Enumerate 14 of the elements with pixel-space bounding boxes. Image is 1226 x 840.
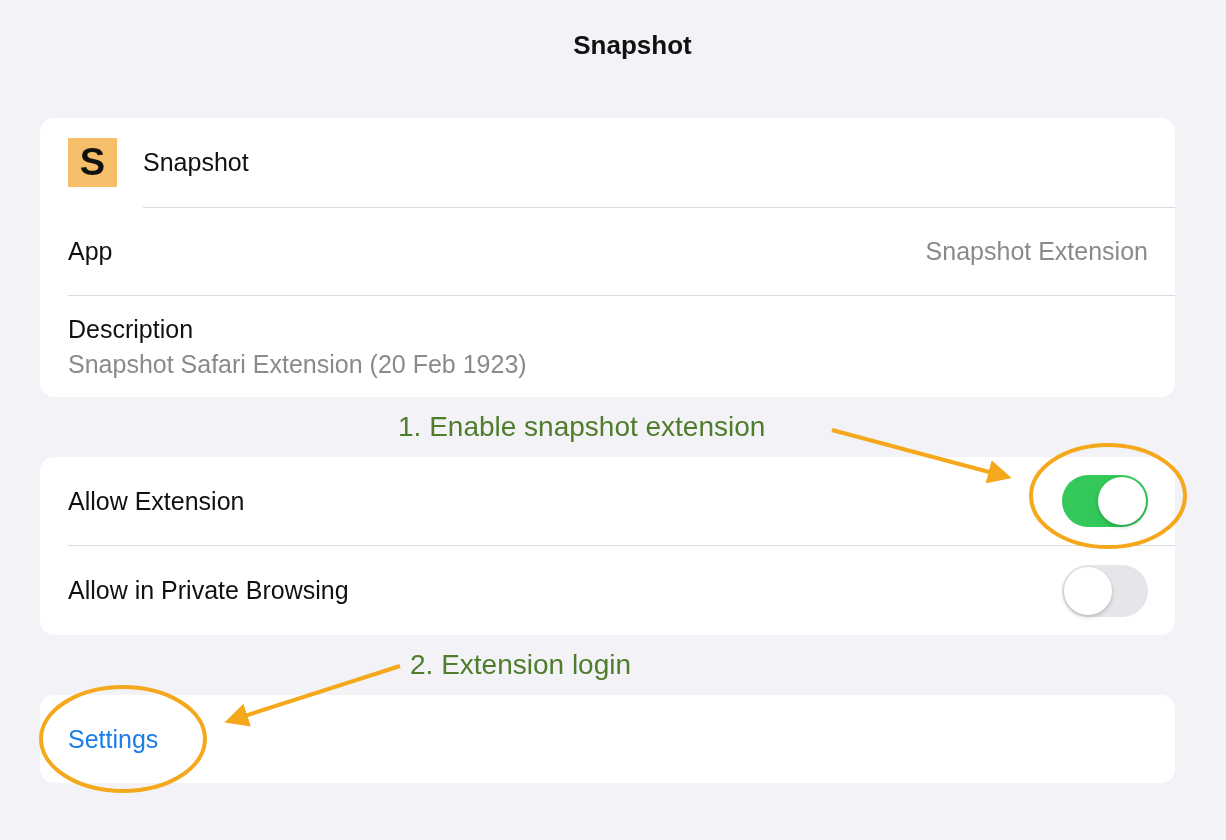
app-icon: S bbox=[68, 138, 117, 187]
app-value: Snapshot Extension bbox=[925, 236, 1148, 266]
page-title: Snapshot bbox=[572, 29, 692, 62]
toggle-label: Allow Extension bbox=[68, 486, 245, 516]
extension-name: Snapshot bbox=[143, 147, 249, 177]
settings-link[interactable]: Settings bbox=[68, 724, 159, 754]
annotation-text: 1. Enable snapshot extension bbox=[398, 411, 766, 443]
description-value: Snapshot Safari Extension (20 Feb 1923) bbox=[68, 349, 527, 379]
annotation-text: 2. Extension login bbox=[410, 649, 632, 681]
app-label: App bbox=[68, 236, 113, 266]
description-label: Description bbox=[68, 314, 194, 344]
toggle-switch[interactable] bbox=[1062, 564, 1148, 617]
toggle-switch[interactable] bbox=[1062, 475, 1148, 527]
toggle-label: Allow in Private Browsing bbox=[68, 576, 349, 605]
